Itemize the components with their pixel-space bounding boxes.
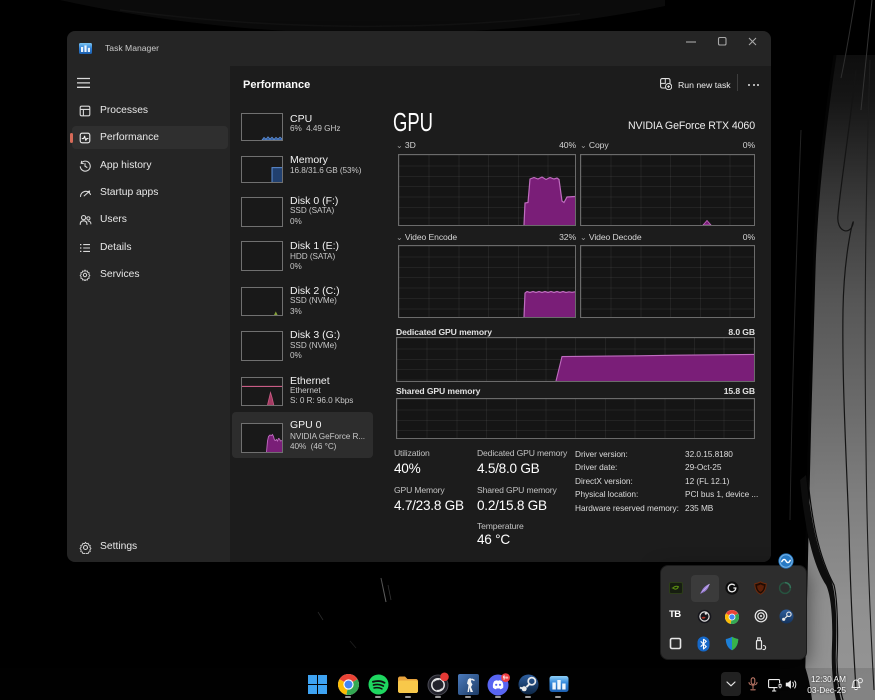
- svg-text:9+: 9+: [502, 675, 508, 681]
